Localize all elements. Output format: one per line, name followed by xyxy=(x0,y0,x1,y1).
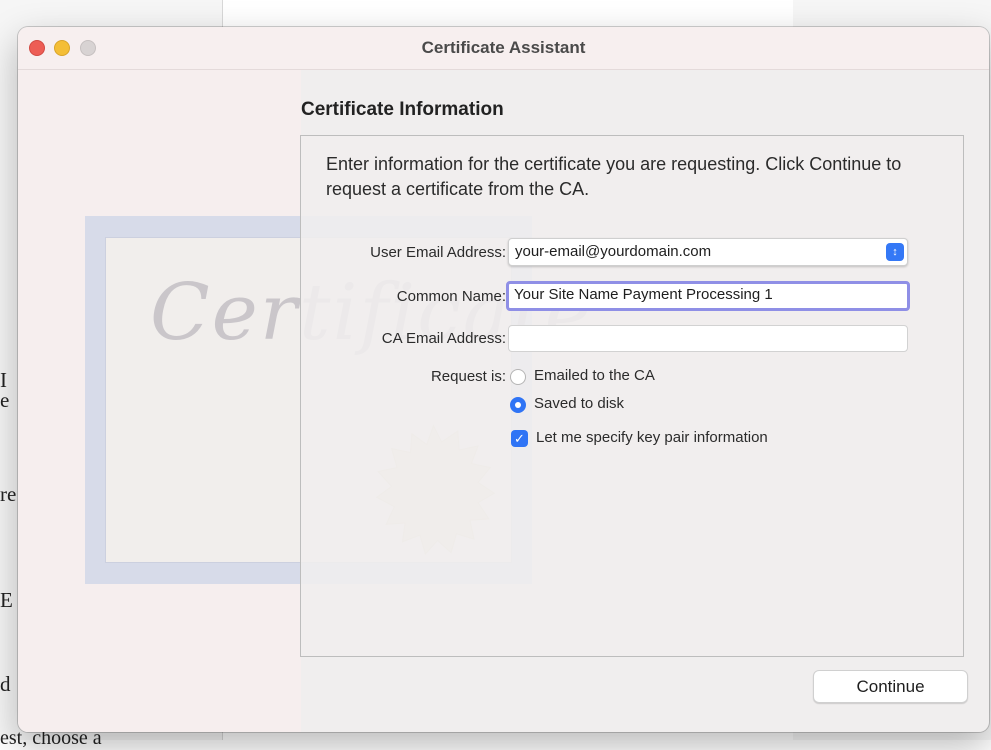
radio-saved-label[interactable]: Saved to disk xyxy=(534,395,624,412)
intro-text: Enter information for the certificate yo… xyxy=(326,154,902,199)
background-text: d xyxy=(0,672,11,696)
ca-email-label: CA Email Address: xyxy=(381,330,506,347)
request-is-label: Request is: xyxy=(430,368,506,385)
key-pair-label[interactable]: Let me specify key pair information xyxy=(536,429,768,446)
background-text: E xyxy=(0,588,13,612)
radio-saved-to-disk[interactable] xyxy=(510,397,526,413)
radio-emailed-label[interactable]: Emailed to the CA xyxy=(534,367,655,384)
window-title: Certificate Assistant xyxy=(421,38,586,57)
section-heading: Certificate Information xyxy=(301,99,504,120)
radio-emailed-to-ca[interactable] xyxy=(510,369,526,385)
chevron-updown-icon: ↕ xyxy=(886,243,904,261)
user-email-label: User Email Address: xyxy=(370,244,506,261)
common-name-field[interactable]: Your Site Name Payment Processing 1 xyxy=(506,281,910,311)
certificate-assistant-window: Certificate Assistant Certificate Certif… xyxy=(18,27,989,732)
form-panel: Enter information for the certificate yo… xyxy=(300,135,964,657)
continue-button[interactable]: Continue xyxy=(813,670,968,703)
title-bar: Certificate Assistant xyxy=(18,27,989,70)
key-pair-checkbox[interactable]: ✓ xyxy=(511,430,528,447)
background-text: e xyxy=(0,388,10,412)
common-name-label: Common Name: xyxy=(396,288,506,305)
common-name-value: Your Site Name Payment Processing 1 xyxy=(514,286,773,303)
user-email-value: your-email@yourdomain.com xyxy=(515,243,712,260)
background-text: re xyxy=(0,482,17,506)
user-email-popup[interactable]: your-email@yourdomain.com ↕ xyxy=(508,238,908,266)
ca-email-field[interactable] xyxy=(508,325,908,352)
